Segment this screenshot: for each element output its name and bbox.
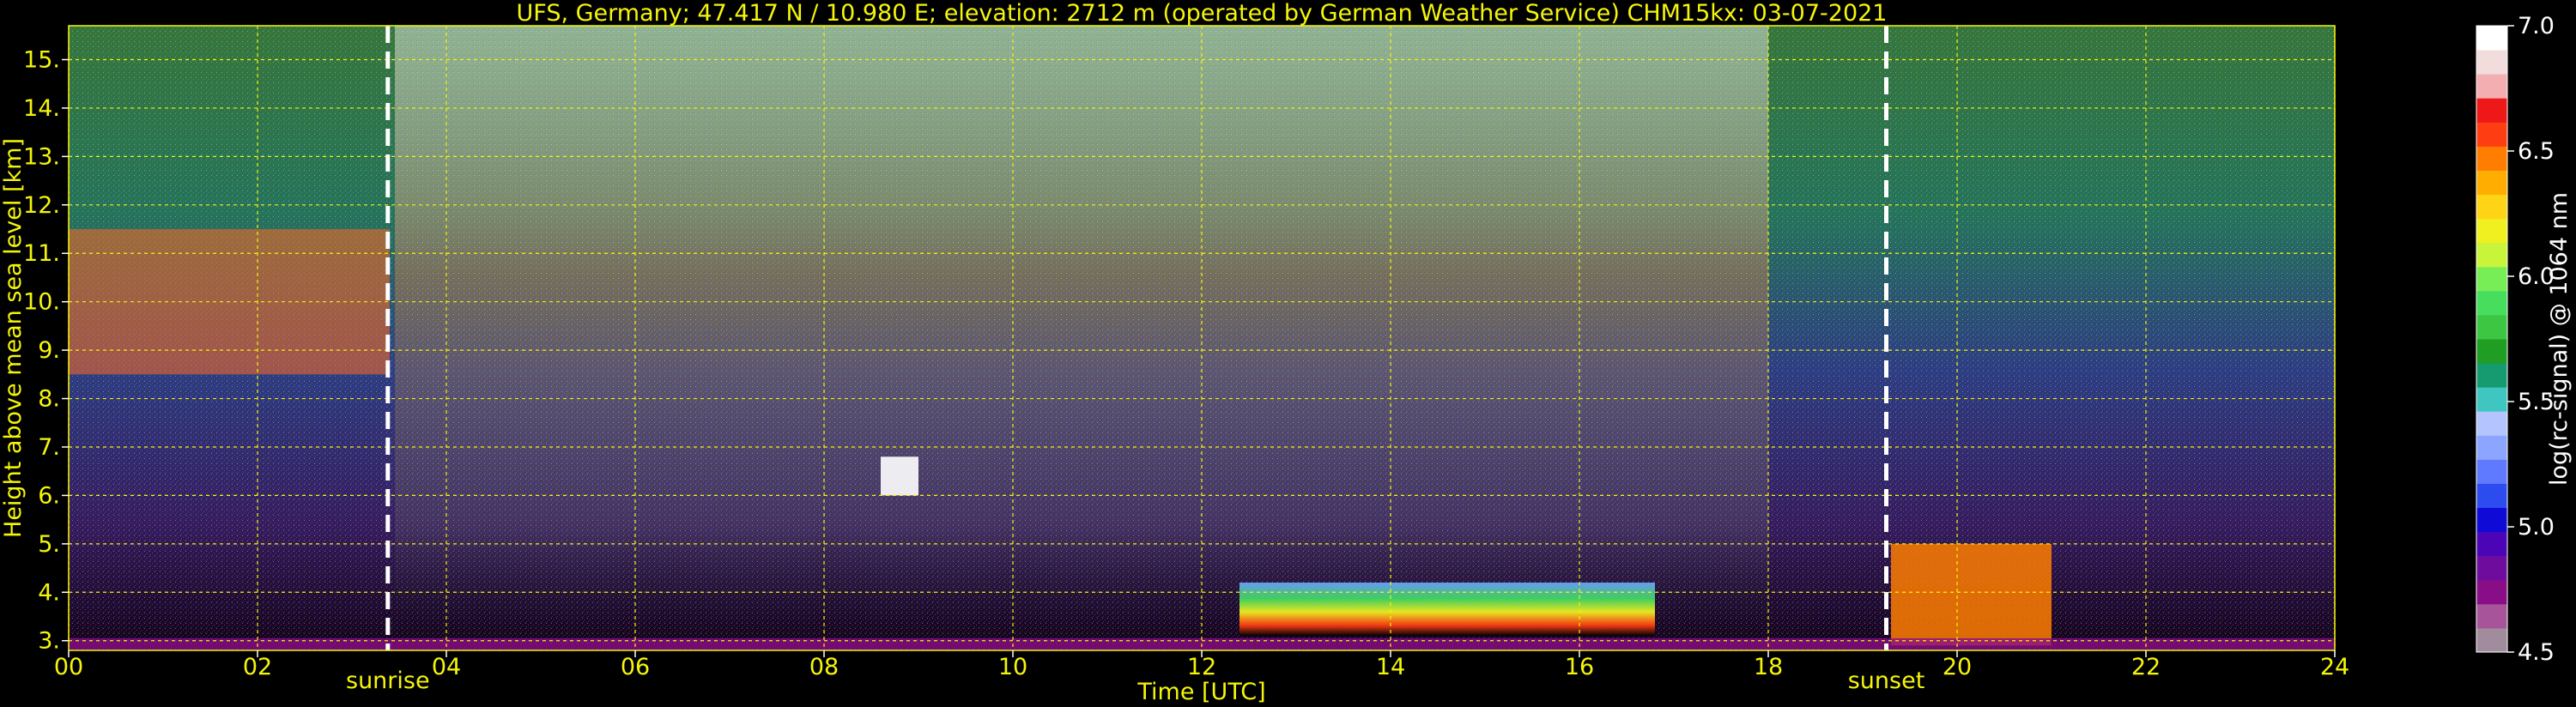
- x-tick-label: 08: [809, 654, 839, 680]
- y-tick-label: 6.: [38, 482, 60, 509]
- colorbar-segment: [2476, 98, 2507, 123]
- y-axis: 3. 4. 5. 6. 7. 8. 9. 10. 11. 12. 13. 14. 15.: [23, 47, 69, 655]
- colorbar-segment: [2476, 266, 2507, 292]
- colorbar-tick-label: 4.5: [2518, 639, 2555, 666]
- y-tick-label: 10.: [23, 289, 60, 316]
- x-tick-label: 24: [2320, 654, 2349, 680]
- colorbar-tick-label: 5.0: [2518, 514, 2555, 541]
- colorbar-segment: [2476, 194, 2507, 220]
- colorbar-segments: [2476, 26, 2507, 653]
- colorbar: 4.55.05.56.06.57.0 log(rc-signal) @ 1064…: [2476, 13, 2573, 666]
- colorbar-segment: [2476, 122, 2507, 147]
- x-tick-label: 14: [1376, 654, 1405, 680]
- colorbar-label: log(rc-signal) @ 1064 nm: [2546, 192, 2573, 486]
- cloud-feature-small-cloud: [881, 456, 918, 496]
- colorbar-segment: [2476, 459, 2507, 484]
- colorbar-tick-label: 6.5: [2518, 138, 2555, 165]
- y-tick-label: 13.: [23, 143, 60, 170]
- colorbar-segment: [2476, 531, 2507, 557]
- y-tick-label: 14.: [23, 95, 60, 122]
- colorbar-segment: [2476, 339, 2507, 364]
- y-tick-label: 12.: [23, 192, 60, 219]
- colorbar-segment: [2476, 483, 2507, 509]
- colorbar-segment: [2476, 603, 2507, 629]
- colorbar-segment: [2476, 242, 2507, 268]
- colorbar-segment: [2476, 363, 2507, 388]
- x-tick-label: 10: [998, 654, 1027, 680]
- colorbar-segment: [2476, 170, 2507, 196]
- x-tick-label: 06: [621, 654, 650, 680]
- colorbar-segment: [2476, 627, 2507, 653]
- sunset-label: sunset: [1848, 668, 1925, 694]
- colorbar-segment: [2476, 74, 2507, 99]
- cloud-feature-cumulus-layer: [1240, 582, 1655, 637]
- x-axis-label: Time [UTC]: [1136, 679, 1265, 705]
- plot-area: sunrise sunset: [68, 25, 2336, 694]
- ceilometer-figure: UFS, Germany; 47.417 N / 10.980 E; eleva…: [0, 0, 2573, 705]
- colorbar-segment: [2476, 218, 2507, 244]
- cloud-feature-low-cloud: [1891, 543, 2052, 646]
- y-tick-label: 11.: [23, 240, 60, 267]
- y-tick-label: 3.: [38, 628, 60, 655]
- y-tick-label: 5.: [38, 531, 60, 558]
- colorbar-segment: [2476, 555, 2507, 581]
- y-tick-label: 7.: [38, 434, 60, 461]
- colorbar-segment: [2476, 579, 2507, 605]
- x-tick-label: 00: [54, 654, 83, 680]
- x-tick-label: 20: [1943, 654, 1972, 680]
- sunrise-label: sunrise: [346, 668, 430, 694]
- y-tick-label: 4.: [38, 579, 60, 606]
- colorbar-segment: [2476, 314, 2507, 340]
- colorbar-segment: [2476, 507, 2507, 533]
- y-axis-label: Height above mean sea level [km]: [0, 138, 27, 538]
- colorbar-segment: [2476, 387, 2507, 412]
- x-tick-label: 02: [243, 654, 272, 680]
- colorbar-segment: [2476, 290, 2507, 316]
- colorbar-segment: [2476, 50, 2507, 75]
- chart-title: UFS, Germany; 47.417 N / 10.980 E; eleva…: [517, 0, 1888, 27]
- colorbar-segment: [2476, 411, 2507, 436]
- x-tick-label: 22: [2131, 654, 2161, 680]
- x-tick-label: 16: [1565, 654, 1594, 680]
- y-tick-label: 8.: [38, 386, 60, 413]
- y-tick-label: 9.: [38, 337, 60, 364]
- x-tick-label: 18: [1754, 654, 1783, 680]
- colorbar-segment: [2476, 26, 2507, 51]
- y-tick-label: 15.: [23, 47, 60, 74]
- colorbar-segment: [2476, 146, 2507, 171]
- x-tick-label: 12: [1187, 654, 1216, 680]
- colorbar-tick-label: 7.0: [2518, 13, 2555, 39]
- colorbar-segment: [2476, 435, 2507, 460]
- x-tick-label: 04: [432, 654, 461, 680]
